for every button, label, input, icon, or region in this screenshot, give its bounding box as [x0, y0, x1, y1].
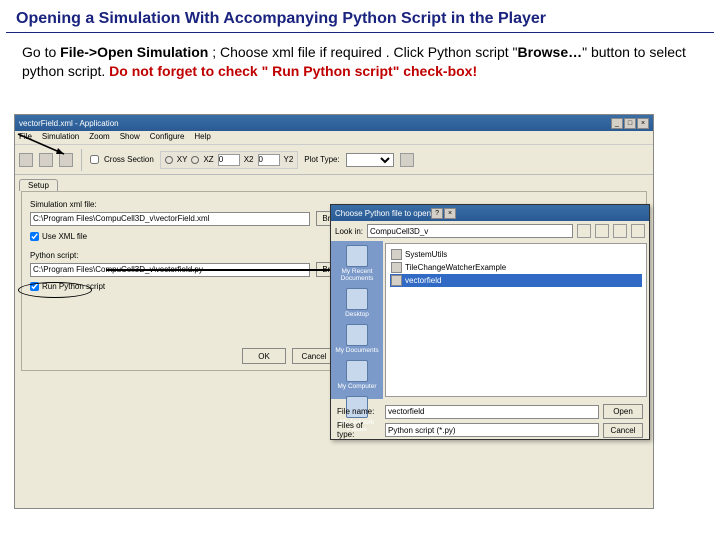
- minimize-icon[interactable]: _: [611, 118, 623, 129]
- list-item-selected[interactable]: vectorfield: [390, 274, 642, 287]
- cross-section-label: Cross Section: [104, 155, 154, 164]
- menu-help[interactable]: Help: [194, 132, 210, 143]
- maximize-icon[interactable]: □: [624, 118, 636, 129]
- tabs: Setup: [15, 175, 653, 191]
- toolbar: Cross Section XY XZ X2 Y2 Plot Type:: [15, 145, 653, 175]
- sidebar-label: Desktop: [345, 311, 369, 318]
- lbl-x2: X2: [244, 155, 254, 164]
- folder-icon: [391, 262, 402, 273]
- file-dialog-title: Choose Python file to open: [335, 209, 431, 218]
- list-item[interactable]: SystemUtils: [390, 248, 642, 261]
- plot-type-select[interactable]: [346, 153, 394, 167]
- list-item[interactable]: TileChangeWatcherExample: [390, 261, 642, 274]
- run-python-checkbox[interactable]: [30, 282, 39, 291]
- python-script-input[interactable]: [30, 263, 310, 277]
- page-title: Opening a Simulation With Accompanying P…: [6, 4, 714, 33]
- lbl-xz: XZ: [203, 155, 213, 164]
- tab-setup[interactable]: Setup: [19, 179, 58, 191]
- sidebar-computer[interactable]: My Computer: [335, 360, 379, 390]
- python-file-icon: [391, 275, 402, 286]
- file-open-dialog: Choose Python file to open ? × Look in: …: [330, 204, 650, 440]
- xy-input-1[interactable]: [218, 154, 240, 166]
- menu-zoom[interactable]: Zoom: [89, 132, 109, 143]
- lbl-y2: Y2: [284, 155, 294, 164]
- xy-input-2[interactable]: [258, 154, 280, 166]
- use-xml-checkbox[interactable]: [30, 232, 39, 241]
- close-icon[interactable]: ×: [637, 118, 649, 129]
- filetype-label: Files of type:: [337, 421, 381, 439]
- sidebar-label: My Computer: [337, 383, 376, 390]
- cancel-button[interactable]: Cancel: [603, 423, 643, 438]
- file-name: SystemUtils: [405, 250, 447, 259]
- use-xml-label: Use XML file: [42, 232, 87, 241]
- newfolder-icon[interactable]: [613, 224, 627, 238]
- menu-show[interactable]: Show: [120, 132, 140, 143]
- folder-icon: [346, 245, 368, 267]
- zoom-in-icon[interactable]: [39, 153, 53, 167]
- open-button[interactable]: Open: [603, 404, 643, 419]
- file-dialog-toolbar: Look in: CompuCell3D_v: [331, 221, 649, 241]
- file-dialog-titlebar: Choose Python file to open ? ×: [331, 205, 649, 221]
- up-icon[interactable]: [595, 224, 609, 238]
- menubar: File Simulation Zoom Show Configure Help: [15, 131, 653, 145]
- sim-xml-input[interactable]: [30, 212, 310, 226]
- zoom-out-icon[interactable]: [59, 153, 73, 167]
- menu-file[interactable]: File: [19, 132, 32, 143]
- help-icon[interactable]: ?: [431, 208, 443, 219]
- views-icon[interactable]: [631, 224, 645, 238]
- sidebar-recent[interactable]: My Recent Documents: [335, 245, 379, 282]
- instructions: Go to File->Open Simulation ; Choose xml…: [0, 43, 720, 91]
- window-controls: _ □ ×: [611, 118, 649, 129]
- lookin-label: Look in:: [335, 227, 363, 236]
- file-dialog-sidebar: My Recent Documents Desktop My Documents…: [331, 241, 383, 399]
- sidebar-documents[interactable]: My Documents: [335, 324, 379, 354]
- desktop-icon: [346, 288, 368, 310]
- sidebar-label: My Documents: [335, 347, 378, 354]
- instr-text-2: ; Choose xml file if required . Click Py…: [208, 44, 517, 60]
- folder-icon: [391, 249, 402, 260]
- radio-xz[interactable]: [191, 156, 199, 164]
- titlebar: vectorField.xml - Application _ □ ×: [15, 115, 653, 131]
- window-title: vectorField.xml - Application: [19, 119, 119, 128]
- radio-xy[interactable]: [165, 156, 173, 164]
- dialog-buttons: OK Cancel: [242, 348, 336, 364]
- plot-type-label: Plot Type:: [304, 155, 339, 164]
- filetype-select[interactable]: Python script (*.py): [385, 423, 599, 437]
- ok-button[interactable]: OK: [242, 348, 286, 364]
- menu-configure[interactable]: Configure: [150, 132, 185, 143]
- cross-section-checkbox[interactable]: [90, 155, 99, 164]
- file-name: TileChangeWatcherExample: [405, 263, 506, 272]
- tool-icon-2[interactable]: [400, 153, 414, 167]
- file-list[interactable]: SystemUtils TileChangeWatcherExample vec…: [385, 243, 647, 397]
- close-icon[interactable]: ×: [444, 208, 456, 219]
- sidebar-desktop[interactable]: Desktop: [335, 288, 379, 318]
- instr-bold-1: File->Open Simulation: [60, 44, 208, 60]
- filename-label: File name:: [337, 407, 381, 416]
- instr-bold-2: Browse…: [518, 44, 583, 60]
- filename-input[interactable]: [385, 405, 599, 419]
- instr-text: Go to: [22, 44, 60, 60]
- run-python-label: Run Python script: [42, 282, 105, 291]
- menu-simulation[interactable]: Simulation: [42, 132, 79, 143]
- back-icon[interactable]: [577, 224, 591, 238]
- tool-icon[interactable]: [19, 153, 33, 167]
- computer-icon: [346, 360, 368, 382]
- cross-section-check[interactable]: Cross Section: [90, 155, 154, 164]
- lbl-xy: XY: [177, 155, 188, 164]
- filetype-value: Python script (*.py): [388, 426, 456, 435]
- sidebar-label: My Recent Documents: [341, 268, 374, 282]
- folder-icon: [346, 324, 368, 346]
- file-name: vectorfield: [405, 276, 441, 285]
- file-dialog-body: My Recent Documents Desktop My Documents…: [331, 241, 649, 399]
- lookin-dropdown[interactable]: CompuCell3D_v: [367, 224, 573, 238]
- instr-warning: Do not forget to check " Run Python scri…: [109, 63, 477, 79]
- xy-controls: XY XZ X2 Y2: [160, 151, 299, 169]
- lookin-value: CompuCell3D_v: [370, 227, 428, 236]
